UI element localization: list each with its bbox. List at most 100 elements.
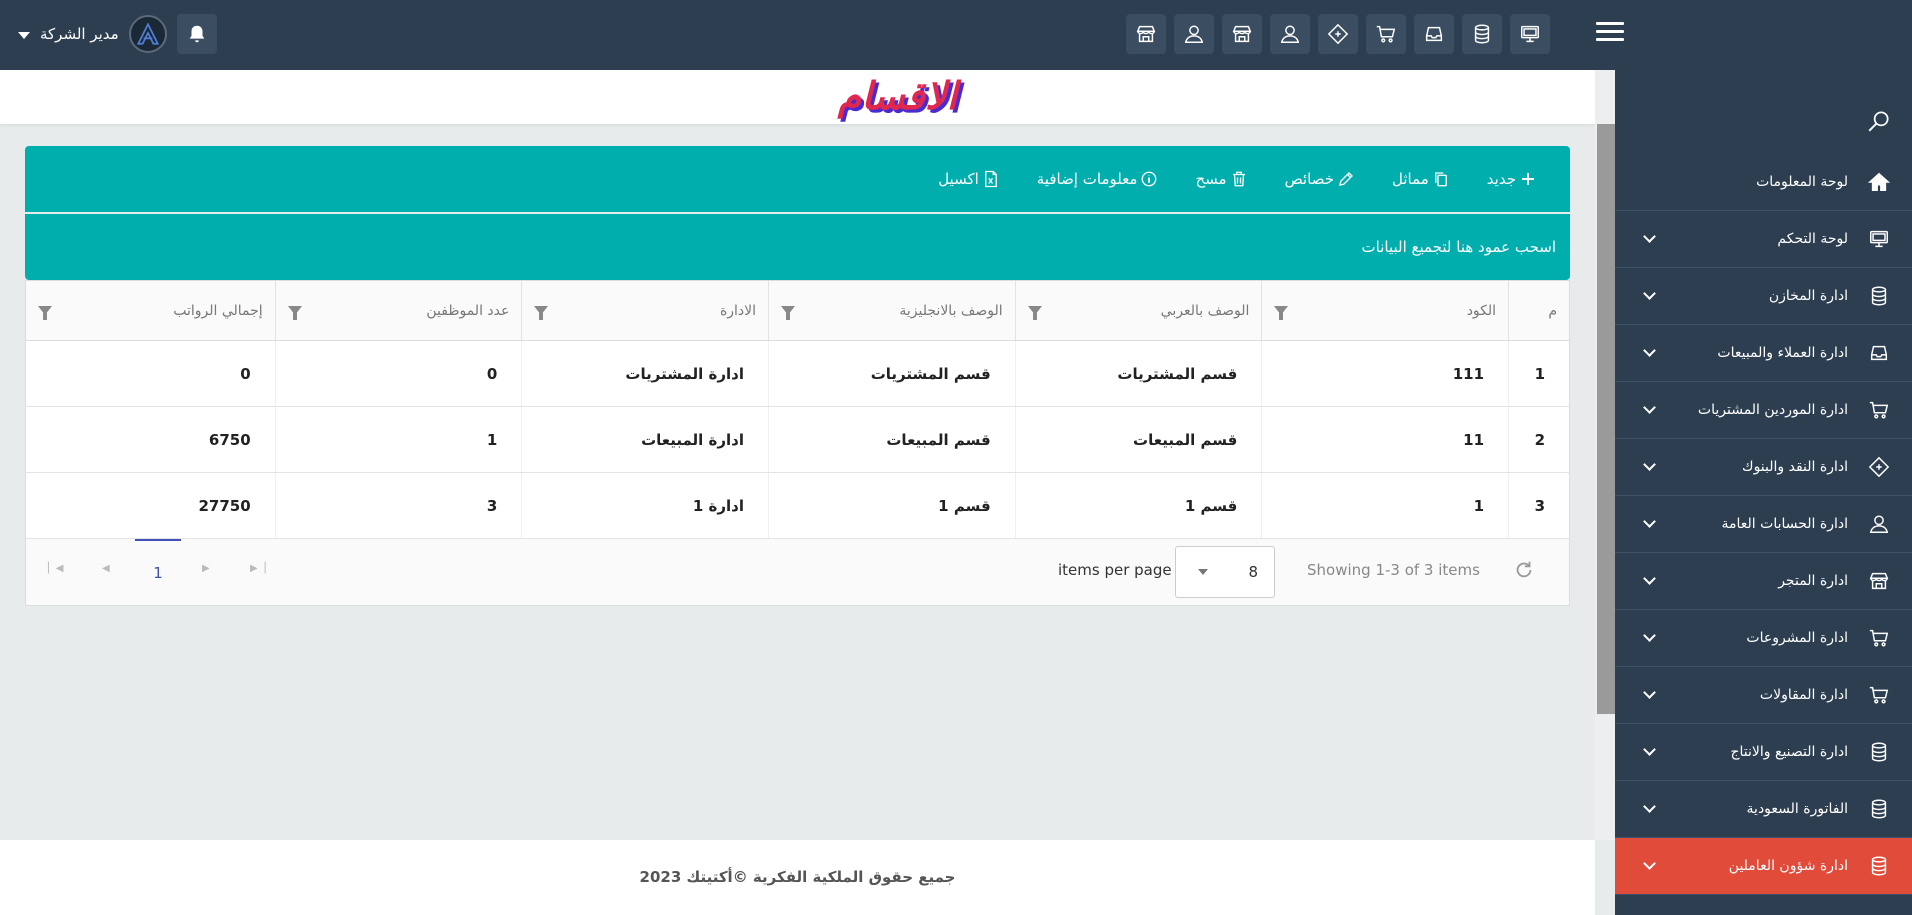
title-strip: الاقسام bbox=[0, 70, 1595, 124]
user-name[interactable]: مدير الشركة bbox=[40, 25, 119, 43]
page-number-button[interactable]: 1 bbox=[135, 539, 181, 605]
cell-arabic-desc: قسم المبيعات bbox=[1014, 407, 1262, 472]
hamburger-menu-icon[interactable] bbox=[1596, 22, 1624, 46]
user-icon[interactable] bbox=[1270, 14, 1310, 54]
filter-icon[interactable] bbox=[287, 306, 302, 320]
sidebar-item-label: ادارة المتجر bbox=[1778, 573, 1848, 589]
inbox-icon[interactable] bbox=[1414, 14, 1454, 54]
copy-icon bbox=[1434, 172, 1447, 187]
page-scrollbar-thumb[interactable] bbox=[1597, 124, 1615, 714]
avatar[interactable] bbox=[128, 15, 167, 53]
inbox-icon bbox=[1866, 340, 1892, 366]
items-per-page-label: items per page bbox=[1058, 561, 1172, 579]
table-row[interactable]: 1 111 قسم المشتريات قسم المشتريات ادارة … bbox=[26, 341, 1569, 407]
cart-icon[interactable] bbox=[1366, 14, 1406, 54]
group-drop-area[interactable]: اسحب عمود هنا لتجميع البيانات bbox=[25, 214, 1570, 280]
sidebar-item-control-panel[interactable]: لوحة التحكم bbox=[1615, 211, 1912, 268]
grid-header: م الكود الوصف بالعربي الوصف بالانجليزية … bbox=[26, 281, 1569, 341]
sidebar-item-general-accounts[interactable]: ادارة الحسابات العامة bbox=[1615, 496, 1912, 553]
refresh-icon[interactable] bbox=[1513, 559, 1537, 583]
filter-icon[interactable] bbox=[534, 306, 549, 320]
sidebar-item-saudi-invoice[interactable]: الفاتورة السعودية bbox=[1615, 781, 1912, 838]
store-icon[interactable] bbox=[1222, 14, 1262, 54]
cell-employees: 0 bbox=[274, 341, 522, 406]
footer: جميع حقوق الملكية الفكرية ©أكتيتك 2023 bbox=[0, 840, 1595, 915]
sidebar-item-label: الفاتورة السعودية bbox=[1746, 801, 1848, 817]
items-per-page-select[interactable]: 8 bbox=[1175, 546, 1275, 598]
items-per-page-value: 8 bbox=[1248, 563, 1258, 581]
search-icon[interactable] bbox=[1866, 108, 1892, 138]
store-icon[interactable] bbox=[1126, 14, 1166, 54]
filter-icon[interactable] bbox=[781, 306, 796, 320]
table-row[interactable]: 2 11 قسم المبيعات قسم المبيعات ادارة الم… bbox=[26, 407, 1569, 473]
edit-button[interactable]: خصائص bbox=[1285, 170, 1355, 188]
sidebar-item-label: ادارة الحسابات العامة bbox=[1721, 516, 1848, 532]
edit-label: خصائص bbox=[1284, 170, 1334, 188]
sidebar-item-label: ادارة المشروعات bbox=[1746, 630, 1848, 646]
sidebar-item-dashboard-info[interactable]: لوحة المعلومات bbox=[1615, 154, 1912, 211]
sidebar-item-label: ادارة العملاء والمبيعات bbox=[1717, 345, 1848, 361]
last-page-icon[interactable]: ▶▕ bbox=[250, 563, 265, 574]
grid-toolbar: جديد مماثل خصائص مسح معلومات إضافية اكسي… bbox=[25, 146, 1570, 212]
sidebar-item-hr[interactable]: ادارة شؤون العاملين bbox=[1615, 838, 1912, 895]
column-header-arabic-desc[interactable]: الوصف بالعربي bbox=[1014, 281, 1262, 340]
next-page-icon[interactable]: ▶ bbox=[202, 563, 210, 574]
database-icon[interactable] bbox=[1462, 14, 1502, 54]
sidebar-menu: لوحة المعلومات لوحة التحكم ادارة المخازن… bbox=[1615, 154, 1912, 895]
sidebar-item-label: ادارة المقاولات bbox=[1759, 687, 1848, 703]
sidebar-item-label: ادارة الموردين المشتريات bbox=[1697, 402, 1848, 418]
sidebar-item-projects[interactable]: ادارة المشروعات bbox=[1615, 610, 1912, 667]
prev-page-icon[interactable]: ◀ bbox=[102, 563, 110, 574]
page-title: الاقسام bbox=[837, 74, 958, 118]
table-row[interactable]: 3 1 قسم 1 قسم 1 ادارة 1 3 27750 bbox=[26, 473, 1569, 539]
column-header-employees[interactable]: عدد الموظفين bbox=[274, 281, 522, 340]
sidebar-item-store[interactable]: ادارة المتجر bbox=[1615, 553, 1912, 610]
database-icon bbox=[1866, 796, 1892, 822]
cell-salaries: 27750 bbox=[198, 496, 251, 515]
column-header-english-desc[interactable]: الوصف بالانجليزية bbox=[768, 281, 1015, 340]
top-bar: مدير الشركة bbox=[0, 0, 1912, 70]
column-header-salaries[interactable]: إجمالي الرواتب bbox=[26, 281, 275, 340]
info-button[interactable]: معلومات إضافية bbox=[1037, 170, 1159, 188]
filter-icon[interactable] bbox=[1027, 306, 1042, 320]
sidebar: لوحة المعلومات لوحة التحكم ادارة المخازن… bbox=[1615, 70, 1912, 915]
sidebar-item-label: ادارة شؤون العاملين bbox=[1728, 858, 1848, 874]
cart-icon bbox=[1866, 625, 1892, 651]
sidebar-item-manufacturing[interactable]: ادارة التصنيع والانتاج bbox=[1615, 724, 1912, 781]
sidebar-item-cash-banks[interactable]: ادارة النقد والبنوك bbox=[1615, 439, 1912, 496]
notifications-button[interactable] bbox=[176, 14, 217, 54]
money-icon[interactable] bbox=[1318, 14, 1358, 54]
column-header-code[interactable]: الكود bbox=[1261, 281, 1508, 340]
database-icon bbox=[1866, 739, 1892, 765]
top-icons bbox=[1126, 14, 1550, 54]
copy-label: مماثل bbox=[1391, 170, 1429, 188]
plus-icon bbox=[1522, 173, 1534, 185]
filter-icon[interactable] bbox=[38, 306, 53, 320]
pencil-icon bbox=[1339, 172, 1353, 186]
sidebar-item-suppliers-purchases[interactable]: ادارة الموردين المشتريات bbox=[1615, 382, 1912, 439]
sidebar-item-contracting[interactable]: ادارة المقاولات bbox=[1615, 667, 1912, 724]
column-header-num[interactable]: م bbox=[1508, 281, 1569, 340]
user-menu[interactable]: مدير الشركة bbox=[18, 14, 217, 54]
delete-button[interactable]: مسح bbox=[1195, 170, 1247, 188]
user-icon bbox=[1866, 511, 1892, 537]
new-button[interactable]: جديد bbox=[1487, 170, 1537, 188]
monitor-icon[interactable] bbox=[1510, 14, 1550, 54]
cell-english-desc: قسم 1 bbox=[768, 473, 1015, 538]
filter-icon[interactable] bbox=[1274, 306, 1289, 320]
excel-button[interactable]: اكسيل bbox=[938, 170, 1000, 188]
copyright-text: جميع حقوق الملكية الفكرية ©أكتيتك 2023 bbox=[639, 868, 956, 886]
first-page-icon[interactable]: ▏◀ bbox=[48, 563, 63, 574]
caret-down-icon[interactable] bbox=[18, 31, 30, 39]
cell-salaries: 6750 bbox=[208, 430, 251, 449]
money-icon bbox=[1866, 454, 1892, 480]
excel-icon bbox=[984, 170, 997, 188]
sidebar-item-customers-sales[interactable]: ادارة العملاء والمبيعات bbox=[1615, 325, 1912, 382]
cell-num: 1 bbox=[1508, 341, 1569, 406]
sidebar-item-warehouses[interactable]: ادارة المخازن bbox=[1615, 268, 1912, 325]
user-icon[interactable] bbox=[1174, 14, 1214, 54]
cell-code: 111 bbox=[1261, 341, 1508, 406]
copy-button[interactable]: مماثل bbox=[1392, 170, 1450, 188]
departments-grid: م الكود الوصف بالعربي الوصف بالانجليزية … bbox=[25, 280, 1570, 606]
column-header-department[interactable]: الادارة bbox=[521, 281, 768, 340]
